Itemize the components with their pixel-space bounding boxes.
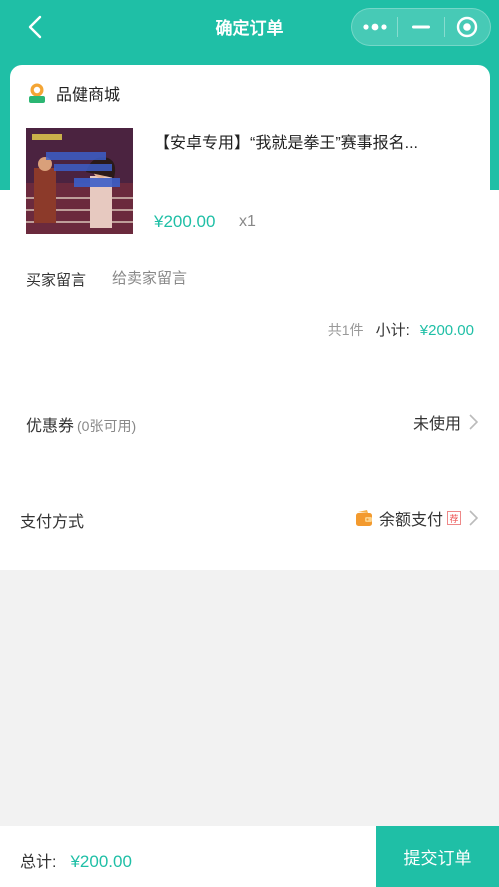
product-image-art (26, 128, 133, 234)
checkout-bar: 总计: ¥200.00 提交订单 (0, 826, 499, 887)
navigation-bar: 确定订单 (0, 0, 499, 54)
subtotal-value: ¥200.00 (419, 322, 474, 339)
product-price: ¥200.00 (154, 212, 216, 231)
product-title[interactable]: 【安卓专用】“我就是拳王”赛事报名... (154, 129, 476, 153)
order-total: 总计: ¥200.00 (20, 848, 132, 872)
coupon-label-group: 优惠券 (0张可用) (26, 412, 136, 436)
more-dots-icon (363, 23, 387, 31)
item-count: 共1件 (327, 322, 364, 338)
chevron-right-icon (469, 414, 478, 430)
chevron-left-icon (28, 15, 42, 39)
shop-header[interactable]: 品健商城 (26, 81, 120, 105)
payment-method-value: 余额支付 (378, 512, 443, 529)
more-button[interactable] (352, 9, 397, 45)
total-value: ¥200.00 (70, 852, 132, 871)
coupon-available-count: (0张可用) (77, 418, 137, 434)
order-summary: 共1件 小计: ¥200.00 (328, 319, 474, 340)
coupon-selector[interactable]: 未使用 (413, 410, 478, 434)
submit-order-button[interactable]: 提交订单 (376, 826, 499, 887)
target-circle-icon (457, 16, 478, 38)
coupon-row[interactable]: 优惠券 (0张可用) 未使用 (10, 380, 490, 463)
back-button[interactable] (22, 13, 48, 41)
payment-method-row[interactable]: 支付方式 余额支付 荐 (10, 475, 490, 558)
payment-method-label: 支付方式 (20, 514, 85, 531)
minimize-icon (411, 25, 430, 29)
wallet-icon (355, 510, 372, 526)
coupon-label: 优惠券 (26, 418, 75, 435)
buyer-message-input[interactable] (112, 265, 472, 291)
total-label: 总计: (20, 854, 57, 871)
product-quantity: x1 (239, 213, 256, 230)
shop-logo-icon (29, 83, 45, 103)
coupon-status: 未使用 (412, 416, 461, 433)
mini-program-capsule (351, 8, 491, 46)
minimize-button[interactable] (398, 9, 443, 45)
product-image[interactable] (26, 128, 133, 234)
close-mini-program-button[interactable] (445, 9, 490, 45)
payment-method-selector[interactable]: 余额支付 荐 (355, 506, 478, 530)
order-item-card: 品健商城 【安卓专用】“我就是拳王”赛事报名... ¥200.00 x1 买家留… (10, 65, 490, 369)
recommend-badge: 荐 (447, 511, 461, 525)
shop-name: 品健商城 (56, 87, 121, 104)
buyer-message-label: 买家留言 (26, 272, 87, 289)
chevron-right-icon (469, 510, 478, 526)
subtotal-label: 小计: (375, 322, 410, 339)
